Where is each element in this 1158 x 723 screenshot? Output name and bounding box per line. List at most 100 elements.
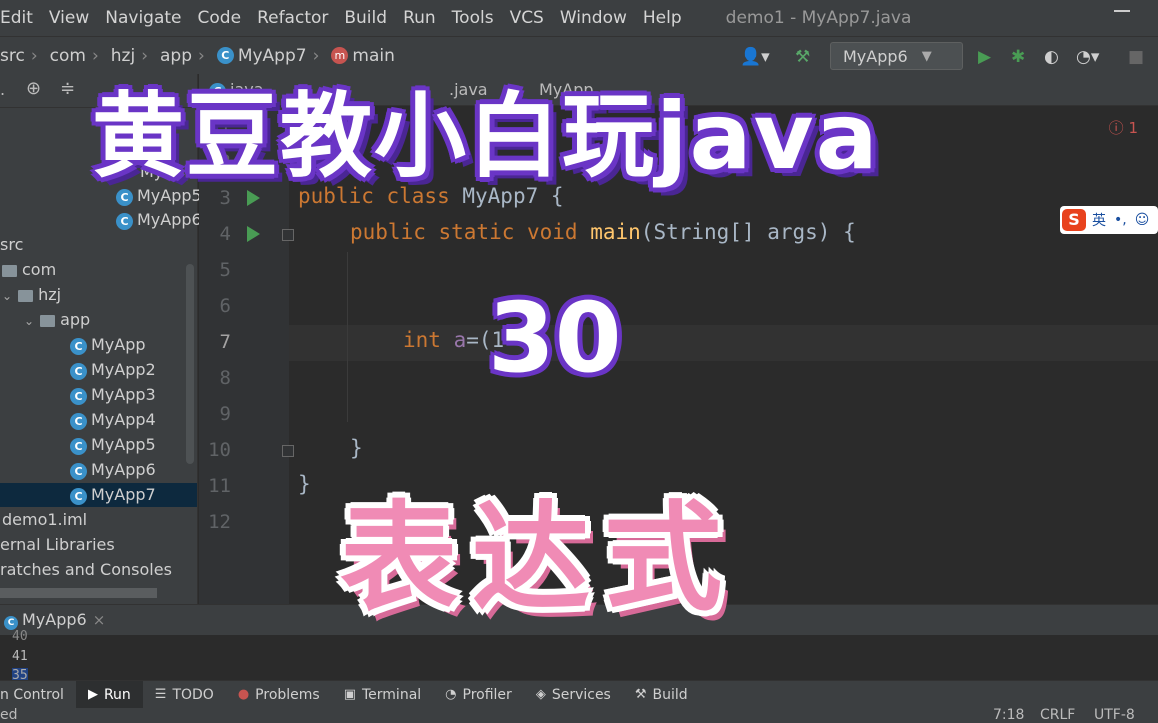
chevron-right-icon: › — [30, 45, 38, 66]
horizontal-scrollbar[interactable] — [0, 588, 157, 598]
tool-run[interactable]: ▶ Run — [75, 680, 143, 709]
chevron-down-icon[interactable]: ⌄ — [2, 284, 12, 308]
tree-item-class-selected[interactable]: C MyApp7 — [0, 483, 197, 507]
menu-build[interactable]: Build — [336, 8, 395, 28]
tree-item-label: MyApp — [91, 335, 146, 354]
class-icon: C — [70, 488, 87, 505]
tool-todo[interactable]: ☰ TODO — [143, 681, 226, 709]
line-number: 9 — [219, 403, 231, 425]
code-function: main — [590, 220, 641, 244]
tree-item-class[interactable]: C MyApp5 — [70, 433, 156, 457]
tree-item-label: MyApp5 — [91, 435, 156, 454]
profile-icon[interactable]: ◔▾ — [1076, 47, 1099, 67]
tree-item-class[interactable]: C MyApp3 — [70, 383, 156, 407]
caret-position[interactable]: 7:18 — [993, 707, 1024, 723]
tool-problems[interactable]: ● Problems — [226, 681, 332, 709]
coverage-icon[interactable]: ◐ — [1044, 47, 1059, 67]
tree-item-external-libraries[interactable]: ernal Libraries — [0, 533, 115, 557]
tool-services[interactable]: ◈ Services — [524, 681, 623, 709]
indent-guide — [347, 252, 348, 422]
tree-item-label: hzj — [38, 285, 62, 304]
tree-item-class[interactable]: C MyApp6 — [70, 458, 156, 482]
output-line: 41 — [12, 649, 28, 664]
class-icon: C — [4, 616, 18, 630]
class-icon: C — [70, 463, 87, 480]
tree-item-hzj[interactable]: ⌄ hzj — [2, 283, 61, 307]
class-icon: C — [70, 338, 87, 355]
minimize-icon[interactable] — [1114, 10, 1130, 12]
line-separator[interactable]: CRLF — [1040, 707, 1075, 723]
crosshair-icon[interactable]: ⊕ — [26, 78, 41, 99]
close-icon[interactable]: × — [93, 611, 106, 629]
menu-view[interactable]: View — [41, 8, 97, 28]
tree-item-label: MyApp2 — [91, 360, 156, 379]
tree-item-class[interactable]: C MyApp4 — [70, 408, 156, 432]
terminal-icon: ▣ — [343, 687, 356, 702]
menu-code[interactable]: Code — [190, 8, 250, 28]
run-icon[interactable]: ▶ — [978, 47, 991, 67]
tool-profiler[interactable]: ◔ Profiler — [433, 681, 524, 709]
tree-item-app[interactable]: ⌄ app — [24, 308, 90, 332]
line-number: 5 — [219, 259, 231, 281]
menu-help[interactable]: Help — [635, 8, 690, 28]
tree-item-class[interactable]: C MyApp6 — [116, 208, 202, 232]
debug-icon[interactable]: ✱ — [1011, 47, 1025, 67]
code-line-10: } — [350, 436, 363, 460]
collapse-icon[interactable]: ≑ — [60, 78, 75, 99]
line-number: 11 — [208, 475, 231, 497]
tree-item-label: MyApp4 — [91, 410, 156, 429]
menu-bar: Edit View Navigate Code Refactor Build R… — [0, 0, 1158, 36]
class-icon: C — [116, 213, 133, 230]
run-tab-label: MyApp6 — [22, 610, 87, 629]
output-line: 40 — [12, 629, 28, 644]
vertical-scrollbar[interactable] — [186, 264, 194, 464]
fold-icon[interactable] — [282, 229, 294, 241]
menu-tools[interactable]: Tools — [444, 8, 502, 28]
overlay-subtitle: 表达式 — [340, 489, 737, 627]
menu-edit[interactable]: Edit — [0, 8, 41, 28]
menu-vcs[interactable]: VCS — [502, 8, 552, 28]
menu-window[interactable]: Window — [552, 8, 635, 28]
services-icon: ◈ — [535, 687, 546, 702]
tree-item-label: demo1.iml — [2, 510, 88, 529]
error-indicator[interactable]: ⓘ 1 — [1109, 117, 1138, 138]
stop-icon[interactable]: ■ — [1128, 47, 1144, 67]
tool-label: TODO — [172, 686, 214, 703]
tool-version-control[interactable]: n Control — [0, 681, 76, 709]
tool-build[interactable]: ⚒ Build — [623, 681, 700, 709]
sogou-logo-icon: S — [1062, 209, 1086, 231]
ime-language[interactable]: 英 — [1092, 210, 1106, 230]
menu-refactor[interactable]: Refactor — [249, 8, 336, 28]
tree-item-com[interactable]: com — [2, 258, 56, 282]
hammer-icon: ⚒ — [634, 687, 647, 702]
file-encoding[interactable]: UTF-8 — [1094, 707, 1135, 723]
menu-navigate[interactable]: Navigate — [97, 8, 189, 28]
line-number: 12 — [208, 511, 231, 533]
tree-item-label: MyApp6 — [137, 210, 202, 229]
tool-terminal[interactable]: ▣ Terminal — [332, 681, 433, 709]
tree-item-class[interactable]: C MyApp — [70, 333, 146, 357]
run-tab[interactable]: C MyApp6 — [4, 610, 87, 630]
line-number: 10 — [208, 439, 231, 461]
breadcrumb-src[interactable]: src › — [0, 46, 44, 66]
tree-item-class[interactable]: C MyApp2 — [70, 358, 156, 382]
profiler-icon: ◔ — [445, 687, 457, 702]
tool-label: Problems — [255, 686, 320, 703]
tree-item-src[interactable]: src — [0, 233, 23, 257]
folder-icon — [18, 289, 34, 302]
fold-icon[interactable] — [282, 445, 294, 457]
tree-item-label: com — [22, 260, 57, 279]
menu-run[interactable]: Run — [395, 8, 444, 28]
tool-window-bar: n Control ▶ Run ☰ TODO ● Problems ▣ Terminal… — [0, 680, 1158, 709]
folder-icon — [2, 264, 17, 277]
window-title: demo1 - MyApp7.java — [725, 8, 912, 28]
run-gutter-icon[interactable] — [247, 226, 260, 242]
chevron-down-icon[interactable]: ⌄ — [24, 309, 34, 333]
code-line-4: public static void main(String[] args) { — [350, 220, 856, 244]
tree-item-iml[interactable]: demo1.iml — [2, 508, 87, 532]
ime-toolbar[interactable]: S 英 •, ☺ — [1060, 206, 1158, 234]
tree-item-scratches[interactable]: ratches and Consoles — [0, 558, 172, 582]
emoji-icon[interactable]: ☺ — [1135, 212, 1150, 228]
ime-punctuation[interactable]: •, — [1114, 212, 1127, 228]
code-text: (String[] args) { — [640, 220, 856, 244]
